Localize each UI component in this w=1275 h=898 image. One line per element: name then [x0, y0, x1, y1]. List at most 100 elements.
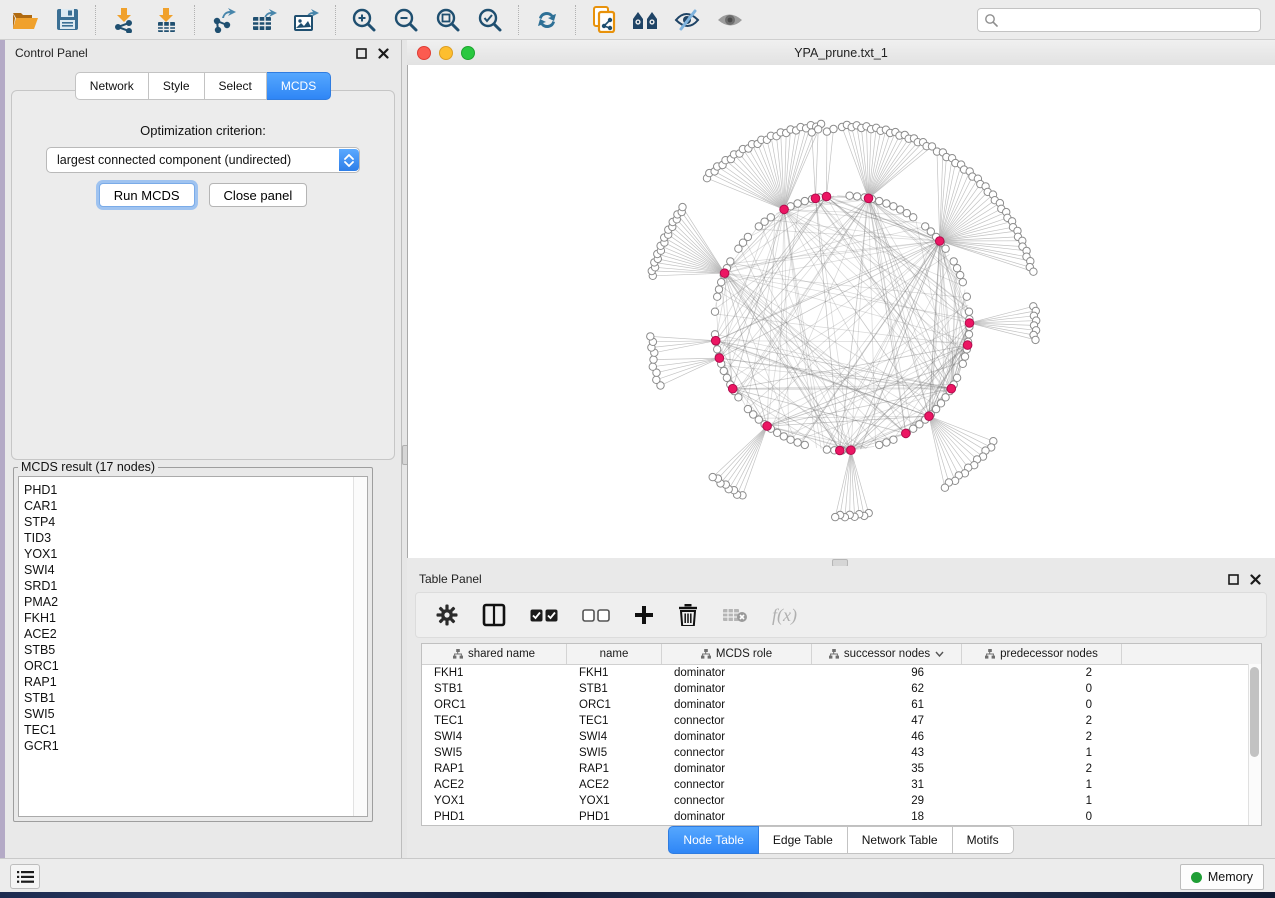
- result-list-item[interactable]: ORC1: [19, 658, 367, 674]
- graph-node[interactable]: [720, 367, 727, 374]
- graph-node[interactable]: [830, 125, 837, 132]
- close-panel-icon[interactable]: [1247, 571, 1263, 587]
- optimization-criterion-dropdown[interactable]: largest connected component (undirected): [46, 147, 360, 173]
- table-row[interactable]: PHD1PHD1dominator180: [422, 809, 1261, 825]
- result-list-item[interactable]: STB5: [19, 642, 367, 658]
- search-input[interactable]: [998, 12, 1254, 28]
- result-list-item[interactable]: CAR1: [19, 498, 367, 514]
- select-all-icon[interactable]: [530, 600, 558, 630]
- open-session-icon[interactable]: [10, 6, 40, 34]
- graph-node[interactable]: [961, 353, 968, 360]
- apply-layout-icon[interactable]: [532, 6, 562, 34]
- graph-node[interactable]: [950, 258, 957, 265]
- graph-hub-node[interactable]: [836, 446, 845, 455]
- graph-node[interactable]: [1030, 268, 1037, 275]
- tab-style[interactable]: Style: [149, 72, 205, 100]
- graph-node[interactable]: [957, 271, 964, 278]
- delete-table-icon[interactable]: [722, 600, 748, 630]
- new-network-from-selection-icon[interactable]: [589, 6, 619, 34]
- export-network-icon[interactable]: [208, 6, 238, 34]
- graph-node[interactable]: [941, 484, 948, 491]
- graph-hub-node[interactable]: [763, 422, 772, 431]
- table-mode-gear-icon[interactable]: [436, 600, 458, 630]
- graph-node[interactable]: [711, 308, 718, 315]
- network-window-titlebar[interactable]: YPA_prune.txt_1: [407, 40, 1275, 66]
- save-session-icon[interactable]: [52, 6, 82, 34]
- result-list-item[interactable]: RAP1: [19, 674, 367, 690]
- graph-node[interactable]: [959, 279, 966, 286]
- result-list-item[interactable]: PHD1: [19, 482, 367, 498]
- graph-node[interactable]: [953, 265, 960, 272]
- graph-node[interactable]: [890, 436, 897, 443]
- graph-node[interactable]: [953, 374, 960, 381]
- graph-node[interactable]: [801, 197, 808, 204]
- graph-node[interactable]: [1032, 336, 1039, 343]
- table-row[interactable]: ORC1ORC1dominator610: [422, 697, 1261, 713]
- graph-hub-node[interactable]: [935, 237, 944, 246]
- horizontal-splitter[interactable]: [407, 558, 1275, 566]
- table-scrollbar[interactable]: [1248, 664, 1261, 825]
- graph-node[interactable]: [846, 192, 853, 199]
- graph-node[interactable]: [794, 439, 801, 446]
- close-panel-icon[interactable]: [375, 45, 391, 61]
- graph-node[interactable]: [815, 126, 822, 133]
- task-history-button[interactable]: [10, 864, 40, 889]
- result-list-item[interactable]: GCR1: [19, 738, 367, 754]
- graph-node[interactable]: [744, 233, 751, 240]
- graph-node[interactable]: [647, 333, 654, 340]
- graph-node[interactable]: [801, 441, 808, 448]
- table-row[interactable]: ACE2ACE2connector311: [422, 777, 1261, 793]
- result-list-item[interactable]: TEC1: [19, 722, 367, 738]
- table-row[interactable]: YOX1YOX1connector291: [422, 793, 1261, 809]
- graph-hub-node[interactable]: [811, 194, 820, 203]
- result-list-item[interactable]: SRD1: [19, 578, 367, 594]
- scrollbar-thumb[interactable]: [1250, 667, 1259, 757]
- close-panel-button[interactable]: Close panel: [209, 183, 308, 207]
- hide-selected-icon[interactable]: [673, 6, 703, 34]
- unselect-all-icon[interactable]: [582, 600, 610, 630]
- graph-node[interactable]: [787, 436, 794, 443]
- column-header-predecessor-nodes[interactable]: predecessor nodes: [962, 644, 1122, 664]
- graph-node[interactable]: [883, 439, 890, 446]
- graph-node[interactable]: [876, 197, 883, 204]
- column-header-name[interactable]: name: [567, 644, 662, 664]
- graph-hub-node[interactable]: [902, 429, 911, 438]
- result-list-scrollbar[interactable]: [353, 477, 367, 816]
- graph-node[interactable]: [679, 203, 686, 210]
- graph-node[interactable]: [890, 203, 897, 210]
- result-list-item[interactable]: ACE2: [19, 626, 367, 642]
- graph-hub-node[interactable]: [728, 384, 737, 393]
- tab-network[interactable]: Network: [75, 72, 149, 100]
- graph-node[interactable]: [709, 473, 716, 480]
- table-row[interactable]: SWI5SWI5connector431: [422, 745, 1261, 761]
- graph-node[interactable]: [853, 193, 860, 200]
- graph-node[interactable]: [823, 446, 830, 453]
- result-list-item[interactable]: SWI4: [19, 562, 367, 578]
- result-list-item[interactable]: STB1: [19, 690, 367, 706]
- export-image-icon[interactable]: [292, 6, 322, 34]
- graph-node[interactable]: [744, 405, 751, 412]
- table-row[interactable]: FKH1FKH1dominator962: [422, 665, 1261, 681]
- import-network-icon[interactable]: [109, 6, 139, 34]
- memory-button[interactable]: Memory: [1180, 864, 1264, 890]
- graph-hub-node[interactable]: [822, 192, 831, 201]
- search-box[interactable]: [977, 8, 1261, 32]
- tab-edge-table[interactable]: Edge Table: [759, 826, 848, 854]
- graph-node[interactable]: [715, 286, 722, 293]
- show-all-icon[interactable]: [715, 6, 745, 34]
- run-mcds-button[interactable]: Run MCDS: [99, 183, 195, 207]
- graph-node[interactable]: [876, 441, 883, 448]
- tab-mcds[interactable]: MCDS: [267, 72, 331, 100]
- zoom-fit-icon[interactable]: [433, 6, 463, 34]
- show-column-icon[interactable]: [482, 600, 506, 630]
- graph-hub-node[interactable]: [965, 319, 974, 328]
- zoom-in-icon[interactable]: [349, 6, 379, 34]
- graph-node[interactable]: [649, 363, 656, 370]
- tab-select[interactable]: Select: [205, 72, 267, 100]
- tab-network-table[interactable]: Network Table: [848, 826, 953, 854]
- graph-hub-node[interactable]: [711, 336, 720, 345]
- graph-node[interactable]: [723, 374, 730, 381]
- graph-node[interactable]: [963, 293, 970, 300]
- graph-node[interactable]: [767, 214, 774, 221]
- table-row[interactable]: SWI4SWI4dominator462: [422, 729, 1261, 745]
